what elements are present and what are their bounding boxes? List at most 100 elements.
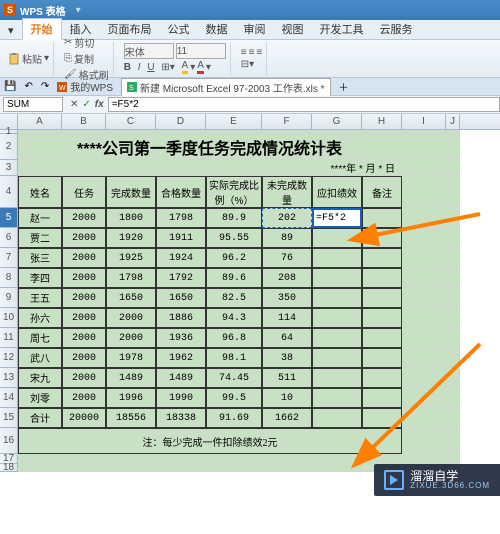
data-cell[interactable]: 208 bbox=[262, 268, 312, 288]
border-button[interactable]: ⊞▾ bbox=[161, 62, 174, 73]
tab-data[interactable]: 数据 bbox=[198, 19, 236, 39]
row-header-4[interactable]: 4 bbox=[0, 176, 18, 208]
data-cell[interactable] bbox=[362, 208, 402, 228]
header-cell[interactable]: 应扣绩效 bbox=[312, 176, 362, 208]
data-cell[interactable] bbox=[312, 228, 362, 248]
data-cell[interactable]: 1650 bbox=[106, 288, 156, 308]
note-cell[interactable]: 注：每少完成一件扣除绩效2元 bbox=[18, 428, 402, 454]
data-cell[interactable]: 2000 bbox=[62, 268, 106, 288]
data-cell[interactable]: 刘零 bbox=[18, 388, 62, 408]
data-cell[interactable] bbox=[312, 388, 362, 408]
data-cell[interactable]: 2000 bbox=[62, 388, 106, 408]
data-cell[interactable] bbox=[312, 248, 362, 268]
font-size-select[interactable] bbox=[176, 43, 226, 59]
quick-save-icon[interactable]: 💾 bbox=[4, 81, 16, 92]
table-title[interactable]: ****公司第一季度任务完成情况统计表 bbox=[18, 134, 402, 160]
data-cell[interactable]: 1996 bbox=[106, 388, 156, 408]
col-header-C[interactable]: C bbox=[106, 114, 156, 129]
data-cell[interactable] bbox=[362, 388, 402, 408]
data-cell[interactable]: 82.5 bbox=[206, 288, 262, 308]
grid[interactable]: ****公司第一季度任务完成情况统计表****年 * 月 * 日姓名任务完成数量… bbox=[18, 130, 460, 472]
bold-button[interactable]: B bbox=[124, 62, 131, 73]
copy-button[interactable]: ⎘ 复制 bbox=[64, 51, 109, 66]
data-cell[interactable]: 1924 bbox=[156, 248, 206, 268]
data-cell[interactable]: 18338 bbox=[156, 408, 206, 428]
row-header-16[interactable]: 16 bbox=[0, 428, 18, 454]
tab-formula[interactable]: 公式 bbox=[160, 19, 198, 39]
data-cell[interactable]: 20000 bbox=[62, 408, 106, 428]
header-cell[interactable]: 姓名 bbox=[18, 176, 62, 208]
data-cell[interactable] bbox=[312, 408, 362, 428]
data-cell[interactable]: 94.3 bbox=[206, 308, 262, 328]
row-header-12[interactable]: 12 bbox=[0, 348, 18, 368]
header-cell[interactable]: 备注 bbox=[362, 176, 402, 208]
data-cell[interactable]: 89.6 bbox=[206, 268, 262, 288]
data-cell[interactable]: 王五 bbox=[18, 288, 62, 308]
data-cell[interactable] bbox=[362, 368, 402, 388]
data-cell[interactable]: 350 bbox=[262, 288, 312, 308]
data-cell[interactable] bbox=[362, 408, 402, 428]
data-cell[interactable] bbox=[312, 348, 362, 368]
data-cell[interactable]: 95.55 bbox=[206, 228, 262, 248]
data-cell[interactable]: 2000 bbox=[62, 288, 106, 308]
fx-button[interactable]: fx bbox=[95, 99, 104, 110]
header-cell[interactable]: 完成数量 bbox=[106, 176, 156, 208]
data-cell[interactable] bbox=[312, 368, 362, 388]
data-cell[interactable] bbox=[362, 268, 402, 288]
doc-tab-current[interactable]: S 新建 Microsoft Excel 97-2003 工作表.xls * bbox=[121, 78, 331, 96]
data-cell[interactable]: 202 bbox=[262, 208, 312, 228]
data-cell[interactable]: 99.5 bbox=[206, 388, 262, 408]
tab-cloud[interactable]: 云服务 bbox=[372, 19, 421, 39]
col-header-J[interactable]: J bbox=[446, 114, 460, 129]
data-cell[interactable]: 周七 bbox=[18, 328, 62, 348]
date-info[interactable]: ****年 * 月 * 日 bbox=[18, 160, 402, 176]
data-cell[interactable]: 孙六 bbox=[18, 308, 62, 328]
data-cell[interactable]: 76 bbox=[262, 248, 312, 268]
data-cell[interactable]: 赵一 bbox=[18, 208, 62, 228]
quick-undo-icon[interactable]: ↶ bbox=[24, 81, 32, 92]
data-cell[interactable]: 李四 bbox=[18, 268, 62, 288]
data-cell[interactable]: 2000 bbox=[62, 208, 106, 228]
data-cell[interactable]: 98.1 bbox=[206, 348, 262, 368]
data-cell[interactable] bbox=[362, 288, 402, 308]
data-cell[interactable]: 74.45 bbox=[206, 368, 262, 388]
data-cell[interactable]: 1936 bbox=[156, 328, 206, 348]
paste-button[interactable]: 粘贴▾ bbox=[8, 51, 49, 66]
data-cell[interactable]: 武八 bbox=[18, 348, 62, 368]
data-cell[interactable]: 10 bbox=[262, 388, 312, 408]
tab-home[interactable]: 开始 bbox=[22, 18, 62, 40]
data-cell[interactable] bbox=[312, 288, 362, 308]
col-header-H[interactable]: H bbox=[362, 114, 402, 129]
row-header-7[interactable]: 7 bbox=[0, 248, 18, 268]
data-cell[interactable]: 宋九 bbox=[18, 368, 62, 388]
row-header-8[interactable]: 8 bbox=[0, 268, 18, 288]
data-cell[interactable] bbox=[312, 328, 362, 348]
data-cell[interactable]: 1798 bbox=[156, 208, 206, 228]
data-cell[interactable]: 1911 bbox=[156, 228, 206, 248]
data-cell[interactable]: 64 bbox=[262, 328, 312, 348]
header-cell[interactable]: 未完成数量 bbox=[262, 176, 312, 208]
data-cell[interactable]: 1489 bbox=[156, 368, 206, 388]
row-header-6[interactable]: 6 bbox=[0, 228, 18, 248]
data-cell[interactable]: 114 bbox=[262, 308, 312, 328]
data-cell[interactable]: 1792 bbox=[156, 268, 206, 288]
formula-input[interactable]: =F5*2 bbox=[108, 97, 500, 112]
data-cell[interactable]: 1990 bbox=[156, 388, 206, 408]
row-header-11[interactable]: 11 bbox=[0, 328, 18, 348]
align-left-icon[interactable]: ≡ bbox=[241, 47, 247, 58]
data-cell[interactable]: 合计 bbox=[18, 408, 62, 428]
data-cell[interactable]: 1978 bbox=[106, 348, 156, 368]
row-header-3[interactable]: 3 bbox=[0, 160, 18, 176]
row-header-13[interactable]: 13 bbox=[0, 368, 18, 388]
data-cell[interactable]: 1962 bbox=[156, 348, 206, 368]
font-select[interactable] bbox=[124, 43, 174, 59]
data-cell[interactable]: 96.8 bbox=[206, 328, 262, 348]
data-cell[interactable]: 96.2 bbox=[206, 248, 262, 268]
row-header-15[interactable]: 15 bbox=[0, 408, 18, 428]
col-header-F[interactable]: F bbox=[262, 114, 312, 129]
data-cell[interactable]: 91.69 bbox=[206, 408, 262, 428]
data-cell[interactable]: 1798 bbox=[106, 268, 156, 288]
app-dropdown-icon[interactable]: ▾ bbox=[76, 5, 81, 16]
tab-view[interactable]: 视图 bbox=[274, 19, 312, 39]
header-cell[interactable]: 任务 bbox=[62, 176, 106, 208]
